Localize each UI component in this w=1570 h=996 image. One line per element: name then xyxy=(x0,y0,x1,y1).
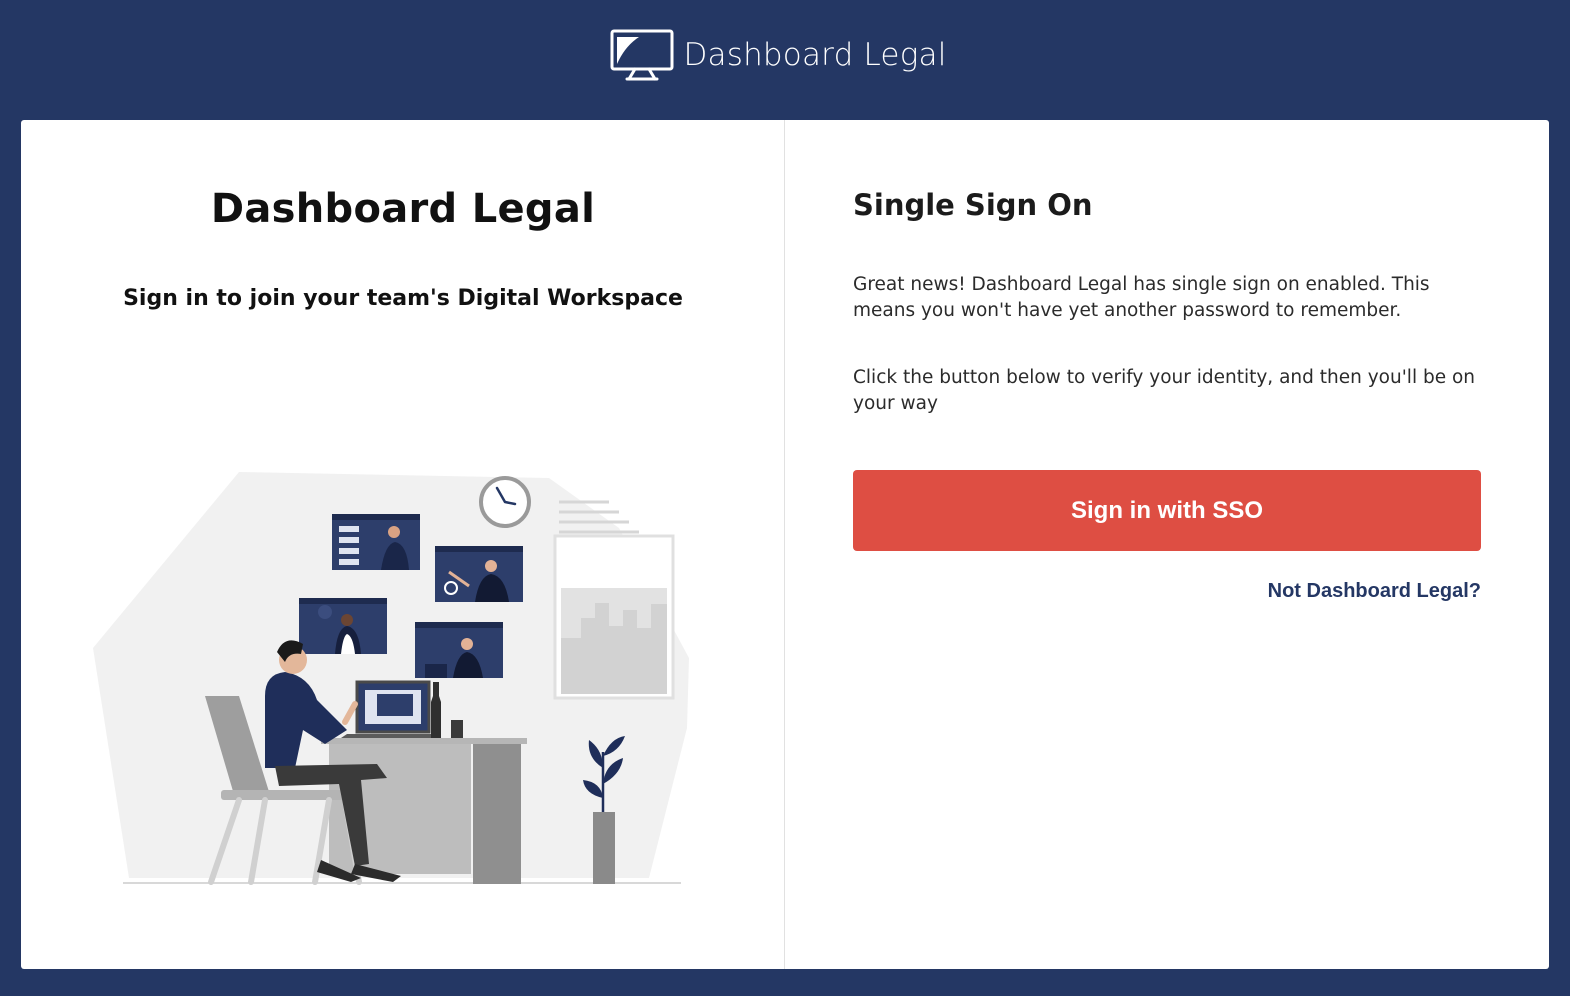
sign-in-with-sso-button[interactable]: Sign in with SSO xyxy=(853,470,1481,551)
not-dashboard-legal-link[interactable]: Not Dashboard Legal? xyxy=(1268,580,1481,603)
left-panel-subtitle: Sign in to join your team's Digital Work… xyxy=(123,286,683,311)
brand-name: Dashboard Legal xyxy=(683,37,947,73)
left-panel-title: Dashboard Legal xyxy=(210,186,596,232)
remote-work-illustration xyxy=(93,472,689,885)
left-panel: Dashboard Legal Sign in to join your tea… xyxy=(21,120,785,969)
monitor-logo-icon xyxy=(610,29,674,81)
top-brand-bar: Dashboard Legal xyxy=(0,28,1570,82)
